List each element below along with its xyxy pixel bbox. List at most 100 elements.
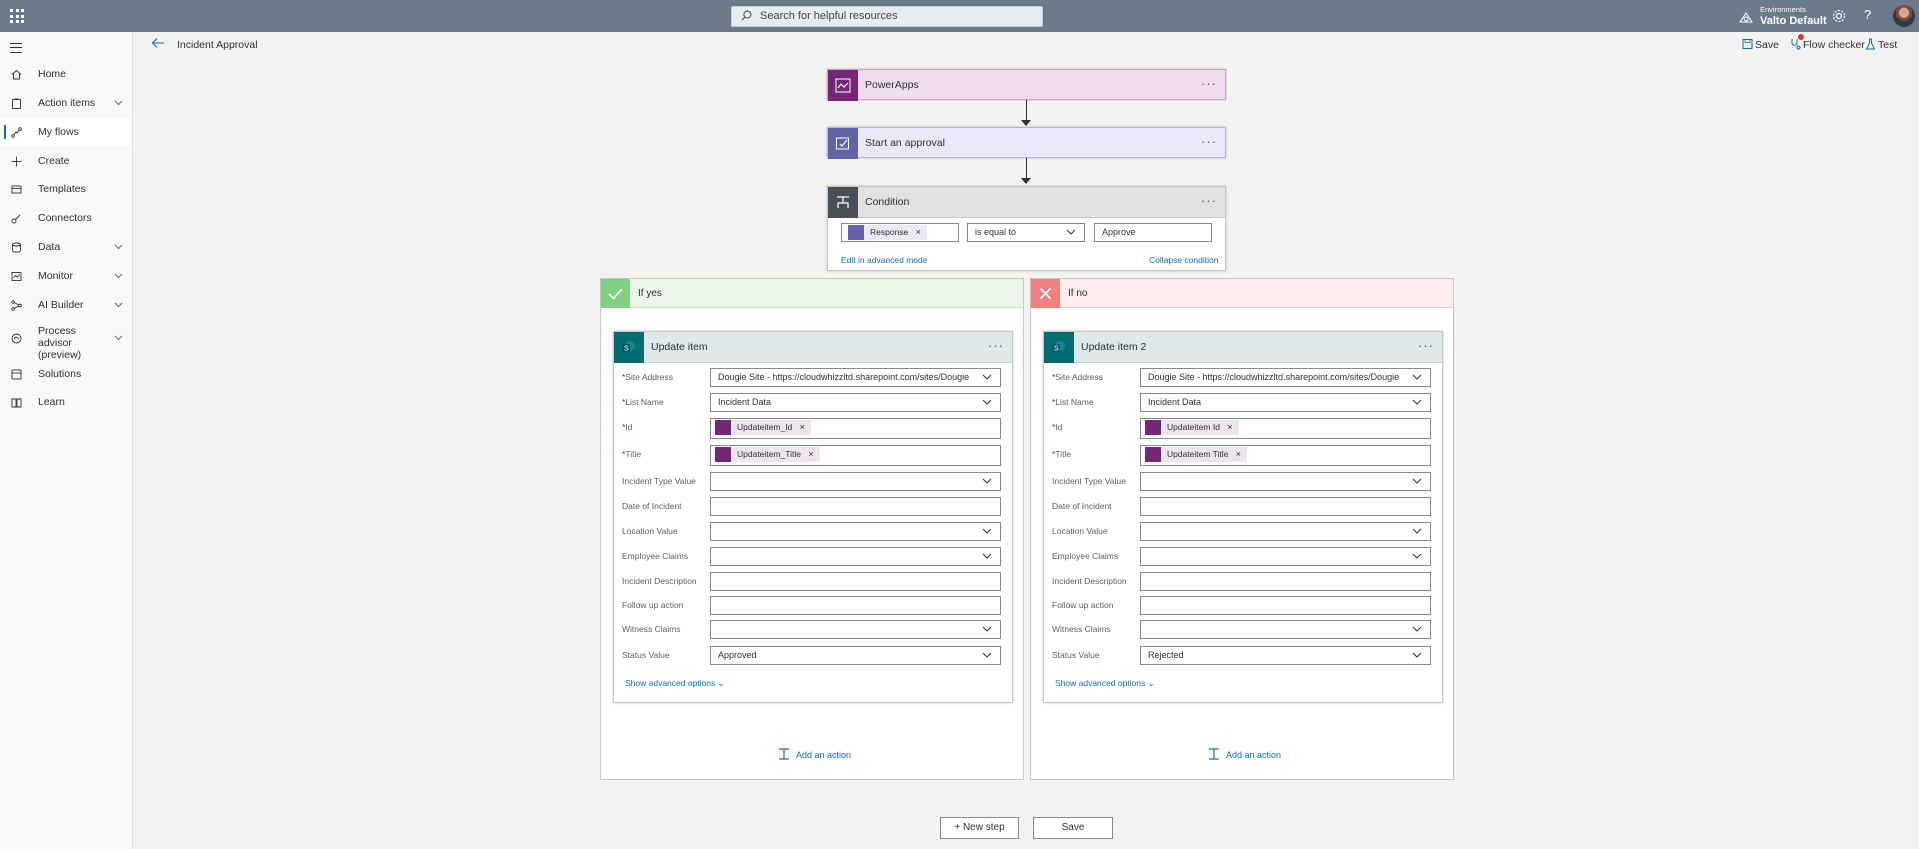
test-command[interactable]: Test [1865, 38, 1898, 51]
app-launcher-icon[interactable] [10, 9, 24, 23]
title-token[interactable]: Updateitem_Title × [715, 447, 820, 462]
sidebar-item-home[interactable]: Home [0, 61, 132, 87]
flow-checker-command[interactable]: Flow checker [1791, 39, 1865, 51]
sidebar-item-process-advisor[interactable]: Process advisor (preview) [0, 321, 132, 361]
sidebar-item-create[interactable]: Create [0, 148, 132, 174]
edit-advanced-mode-link[interactable]: Edit in advanced mode [841, 255, 927, 265]
back-arrow-icon[interactable] [151, 37, 165, 49]
more-options-icon[interactable]: ··· [1201, 134, 1217, 149]
chevron-down-icon [1066, 229, 1076, 235]
show-advanced-options-link[interactable]: Show advanced options ⌄ [625, 678, 725, 689]
more-options-icon[interactable]: ··· [1418, 338, 1434, 353]
sidebar-item-connectors[interactable]: Connectors [0, 205, 132, 231]
title-field[interactable]: Updateitem Title × [1140, 445, 1431, 466]
hamburger-menu-icon[interactable] [10, 43, 22, 53]
connector-arrow [1021, 120, 1031, 126]
id-token[interactable]: Updateitem Id × [1145, 420, 1239, 435]
title-token[interactable]: Updateitem Title × [1145, 447, 1248, 462]
sidebar-item-action-items[interactable]: Action items [0, 90, 132, 116]
sidebar-item-label: Templates [38, 183, 86, 195]
chevron-down-icon [982, 553, 992, 559]
sidebar-item-learn[interactable]: Learn [0, 389, 132, 415]
close-icon [1031, 279, 1060, 308]
date-field[interactable] [1140, 497, 1431, 516]
branch-header[interactable]: If no [1031, 279, 1453, 308]
save-button[interactable]: Save [1033, 817, 1113, 839]
remove-token-icon[interactable]: × [808, 449, 813, 459]
collapse-condition-link[interactable]: Collapse condition [1149, 255, 1218, 265]
site-address-select[interactable]: Dougie Site - https://cloudwhizzltd.shar… [1140, 368, 1431, 387]
remove-token-icon[interactable]: × [1227, 422, 1232, 432]
id-token[interactable]: Updateitem_Id × [715, 420, 811, 435]
trigger-card-powerapps[interactable]: PowerApps ··· [827, 69, 1226, 101]
token-label: Updateitem_Id [737, 422, 793, 432]
employee-claims-select[interactable] [710, 547, 1001, 566]
gear-icon[interactable] [1832, 9, 1846, 23]
id-field[interactable]: Updateitem Id × [1140, 418, 1431, 439]
branch-header[interactable]: If yes [601, 279, 1023, 308]
follow-up-label: Follow up action [622, 600, 684, 610]
more-options-icon[interactable]: ··· [1201, 76, 1217, 91]
card-header: S Update item 2 ··· [1044, 332, 1442, 363]
witness-select[interactable] [1140, 620, 1431, 639]
test-command-label: Test [1878, 39, 1898, 51]
witness-select[interactable] [710, 620, 1001, 639]
id-field[interactable]: Updateitem_Id × [710, 418, 1001, 439]
employee-claims-select[interactable] [1140, 547, 1431, 566]
list-name-select[interactable]: Incident Data [1140, 393, 1431, 412]
more-options-icon[interactable]: ··· [988, 338, 1004, 353]
condition-operator-select[interactable]: is equal to [967, 223, 1085, 242]
avatar[interactable] [1893, 5, 1915, 27]
home-icon [11, 69, 22, 80]
incident-type-select[interactable] [1140, 472, 1431, 491]
status-select[interactable]: Approved [710, 646, 1001, 665]
branch-title: If no [1068, 288, 1088, 299]
approval-icon [828, 128, 858, 159]
follow-up-field[interactable] [710, 596, 1001, 615]
sidebar-item-templates[interactable]: Templates [0, 176, 132, 202]
flow-checker-label: Flow checker [1803, 39, 1865, 51]
powerapps-token-icon [715, 420, 731, 435]
response-token[interactable]: Response × [848, 225, 927, 240]
add-action-link[interactable]: Add an action [779, 748, 851, 760]
remove-token-icon[interactable]: × [916, 227, 921, 237]
incident-type-select[interactable] [710, 472, 1001, 491]
action-card-update-item-2[interactable]: S Update item 2 ··· *Site Address Dougie… [1043, 331, 1443, 703]
sidebar-item-solutions[interactable]: Solutions [0, 361, 132, 387]
sidebar-item-data[interactable]: Data [0, 234, 132, 260]
remove-token-icon[interactable]: × [800, 422, 805, 432]
condition-card[interactable]: Condition ··· Response × is equal to App… [827, 186, 1226, 271]
branch-title: If yes [638, 288, 662, 299]
location-select[interactable] [710, 522, 1001, 541]
action-card-update-item[interactable]: S Update item ··· *Site Address Dougie S… [613, 331, 1013, 703]
sidebar-item-monitor[interactable]: Monitor [0, 263, 132, 289]
date-field[interactable] [710, 497, 1001, 516]
card-title: Start an approval [865, 137, 945, 149]
flow-title: Incident Approval [177, 39, 258, 51]
condition-left-operand[interactable]: Response × [841, 223, 959, 242]
svg-text:S: S [624, 346, 629, 353]
save-command[interactable]: Save [1742, 39, 1779, 51]
add-action-link[interactable]: Add an action [1209, 748, 1281, 760]
search-input[interactable]: Search for helpful resources [731, 6, 1043, 27]
remove-token-icon[interactable]: × [1236, 449, 1241, 459]
sidebar-item-ai-builder[interactable]: AI Builder [0, 292, 132, 318]
location-select[interactable] [1140, 522, 1431, 541]
help-icon[interactable]: ? [1864, 7, 1871, 22]
sidebar-item-my-flows[interactable]: My flows [0, 119, 132, 145]
follow-up-field[interactable] [1140, 596, 1431, 615]
description-field[interactable] [1140, 572, 1431, 591]
title-label: *Title [622, 449, 642, 459]
new-step-button[interactable]: + New step [940, 817, 1019, 839]
list-name-select[interactable]: Incident Data [710, 393, 1001, 412]
more-options-icon[interactable]: ··· [1201, 193, 1217, 208]
action-card-start-approval[interactable]: Start an approval ··· [827, 127, 1226, 159]
description-field[interactable] [710, 572, 1001, 591]
show-advanced-options-link[interactable]: Show advanced options ⌄ [1055, 678, 1155, 689]
status-select[interactable]: Rejected [1140, 646, 1431, 665]
title-field[interactable]: Updateitem_Title × [710, 445, 1001, 466]
condition-right-operand[interactable]: Approve [1094, 223, 1212, 242]
site-address-select[interactable]: Dougie Site - https://cloudwhizzltd.shar… [710, 368, 1001, 387]
site-address-label: *Site Address [622, 372, 674, 382]
top-bar: Search for helpful resources Environment… [0, 0, 1919, 32]
